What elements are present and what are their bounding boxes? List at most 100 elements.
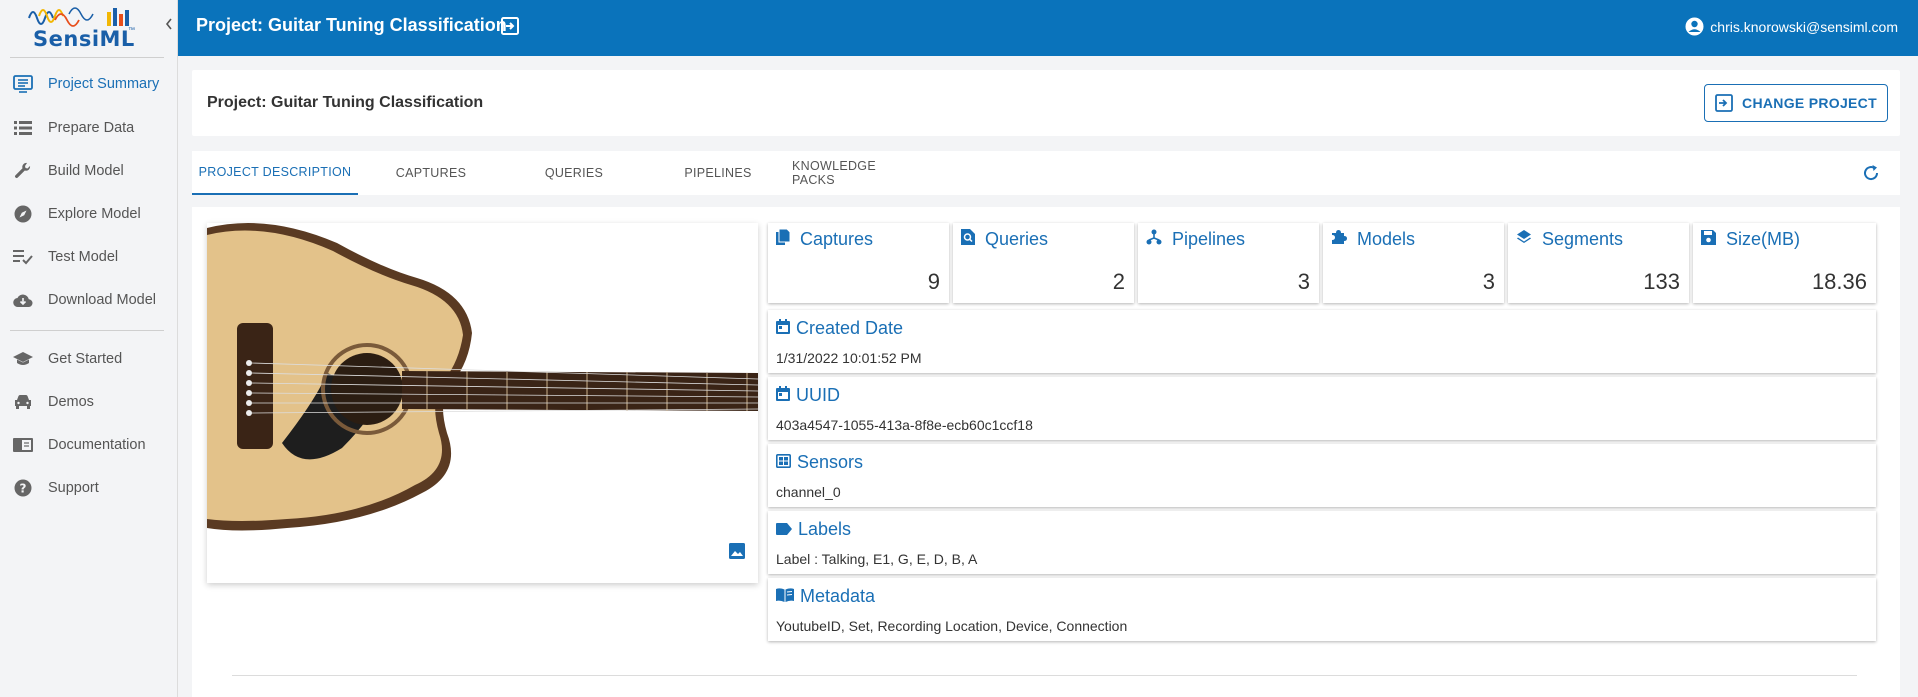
stat-card-segments: Segments 133 (1508, 223, 1689, 303)
project-tabs: PROJECT DESCRIPTION CAPTURES QUERIES PIP… (192, 151, 1900, 195)
info-card-sensors: Sensors channel_0 (768, 444, 1876, 507)
sidebar-item-prepare-data[interactable]: Prepare Data (0, 110, 178, 146)
tab-captures[interactable]: CAPTURES (358, 151, 504, 195)
section-divider (232, 675, 1857, 676)
logo-text: SensiML (33, 27, 135, 51)
sidebar-item-demos[interactable]: Demos (0, 384, 178, 420)
tab-label: PIPELINES (684, 166, 752, 180)
sidebar-item-documentation[interactable]: Documentation (0, 427, 178, 463)
stat-value: 3 (1297, 269, 1310, 294)
sidebar-divider (10, 57, 164, 58)
refresh-icon[interactable] (1862, 164, 1882, 184)
change-project-button[interactable]: CHANGE PROJECT (1704, 84, 1888, 122)
cloud-download-icon (12, 289, 34, 311)
logo-trademark: ™ (128, 27, 135, 34)
sidebar-item-project-summary[interactable]: Project Summary (0, 66, 178, 102)
project-image-card (207, 223, 758, 583)
sidebar: SensiML ™ Project Summary Prepare Data B… (0, 0, 178, 697)
sensiml-logo[interactable]: SensiML ™ (25, 2, 135, 52)
svg-text:?: ? (20, 482, 27, 496)
stat-value: 9 (927, 269, 940, 294)
image-icon[interactable] (728, 542, 746, 565)
sidebar-item-label: Test Model (48, 249, 119, 265)
info-label: Labels (798, 519, 852, 539)
info-label: Created Date (796, 318, 904, 338)
project-header-card: Project: Guitar Tuning Classification CH… (192, 70, 1900, 136)
file-copy-icon (776, 228, 795, 250)
stat-label: Size(MB) (1726, 229, 1801, 249)
sidebar-item-build-model[interactable]: Build Model (0, 153, 178, 189)
project-title: Project: Guitar Tuning Classification (207, 94, 484, 111)
top-bar: Project: Guitar Tuning Classification ch… (178, 0, 1918, 56)
info-card-uuid: UUID 403a4547-1055-413a-8f8e-ecb60c1ccf1… (768, 377, 1876, 440)
stat-card-queries: Queries 2 (953, 223, 1134, 303)
wrench-icon (12, 160, 34, 182)
tab-queries[interactable]: QUERIES (504, 151, 644, 195)
help-circle-icon: ? (12, 477, 34, 499)
car-icon (12, 391, 34, 413)
sidebar-item-test-model[interactable]: Test Model (0, 239, 178, 275)
info-label: UUID (796, 385, 840, 405)
tab-label: QUERIES (544, 166, 604, 180)
tab-knowledge-packs[interactable]: KNOWLEDGE PACKS (792, 151, 922, 195)
sidebar-item-label: Project Summary (48, 76, 160, 92)
sidebar-item-label: Support (48, 480, 99, 496)
book-icon (12, 434, 34, 456)
exit-icon (1715, 94, 1733, 112)
project-description-panel: Captures 9 Queries 2 Pipelines 3 Models … (192, 207, 1900, 697)
tab-project-description[interactable]: PROJECT DESCRIPTION (192, 151, 358, 195)
user-menu[interactable]: chris.knorowski@sensiml.com (1685, 17, 1898, 36)
stat-label: Pipelines (1172, 229, 1246, 249)
label-icon (776, 519, 798, 540)
summary-icon (12, 73, 34, 95)
stat-value: 18.36 (1811, 269, 1867, 294)
stat-label: Captures (800, 229, 874, 249)
calendar-icon (776, 318, 796, 339)
stat-card-captures: Captures 9 (768, 223, 949, 303)
checklist-icon (12, 246, 34, 268)
stat-value: 133 (1643, 269, 1680, 294)
puzzle-icon (1331, 229, 1352, 250)
compass-icon (12, 203, 34, 225)
graduation-cap-icon (12, 348, 34, 370)
stat-card-size: Size(MB) 18.36 (1693, 223, 1876, 303)
info-value: Label : Talking, E1, G, E, D, B, A (776, 551, 978, 567)
stat-card-pipelines: Pipelines 3 (1138, 223, 1319, 303)
change-project-label: CHANGE PROJECT (1742, 95, 1877, 111)
account-circle-icon (1685, 17, 1704, 36)
info-card-created-date: Created Date 1/31/2022 10:01:52 PM (768, 310, 1876, 373)
sidebar-item-label: Documentation (48, 437, 146, 453)
sidebar-item-label: Build Model (48, 163, 124, 179)
sidebar-item-get-started[interactable]: Get Started (0, 341, 178, 377)
calendar-icon (776, 385, 796, 406)
collapse-sidebar-button[interactable] (164, 17, 178, 35)
tab-label: PROJECT DESCRIPTION (198, 165, 352, 179)
sidebar-item-label: Prepare Data (48, 120, 135, 136)
file-search-icon (961, 229, 980, 250)
info-card-metadata: Metadata YoutubeID, Set, Recording Locat… (768, 578, 1876, 641)
stat-label: Models (1357, 229, 1416, 249)
user-email: chris.knorowski@sensiml.com (1710, 18, 1898, 35)
sidebar-item-label: Demos (48, 394, 94, 410)
stat-label: Queries (985, 229, 1049, 249)
sidebar-item-explore-model[interactable]: Explore Model (0, 196, 178, 232)
info-label: Metadata (800, 586, 876, 606)
chevron-left-icon (165, 18, 172, 30)
stat-card-models: Models 3 (1323, 223, 1504, 303)
exit-project-icon[interactable] (500, 16, 522, 38)
stat-label: Segments (1542, 229, 1624, 249)
sidebar-item-download-model[interactable]: Download Model (0, 282, 178, 318)
info-value: 403a4547-1055-413a-8f8e-ecb60c1ccf18 (776, 417, 1033, 433)
info-label: Sensors (797, 452, 864, 472)
tab-pipelines[interactable]: PIPELINES (644, 151, 792, 195)
grid-icon (776, 452, 797, 473)
stat-value: 2 (1112, 269, 1125, 294)
book-open-icon (776, 586, 800, 607)
info-value: channel_0 (776, 484, 841, 500)
guitar-image (207, 223, 758, 583)
info-card-labels: Labels Label : Talking, E1, G, E, D, B, … (768, 511, 1876, 574)
tab-label: KNOWLEDGE PACKS (792, 159, 876, 187)
stat-value: 3 (1482, 269, 1495, 294)
sidebar-item-support[interactable]: ? Support (0, 470, 178, 506)
topbar-title: Project: Guitar Tuning Classification (196, 15, 507, 35)
